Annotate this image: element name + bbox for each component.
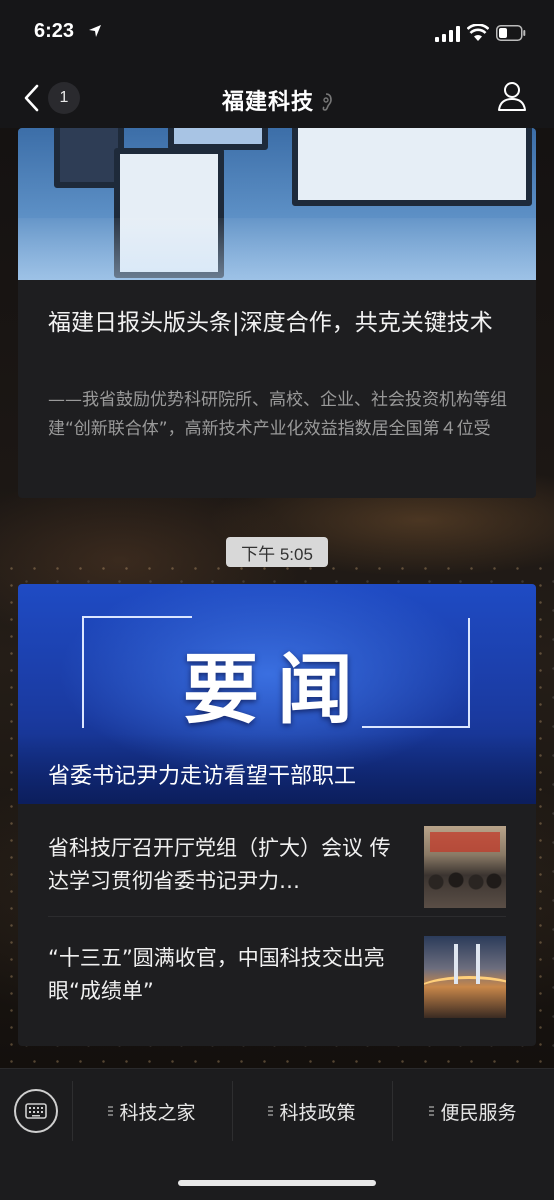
keyboard-toggle-button[interactable] <box>14 1089 58 1133</box>
wifi-icon <box>467 24 489 41</box>
menu-list-icon <box>429 1106 435 1116</box>
article-cover-image <box>18 128 536 280</box>
hero-caption: 省委书记尹力走访看望干部职工 <box>48 764 357 789</box>
menu-item-tech-policy[interactable]: 科技政策 <box>232 1089 392 1133</box>
article-title: 福建日报头版头条|深度合作，共克关键技术 <box>48 310 493 336</box>
news-list-item[interactable]: 省科技厅召开厅党组（扩大）会议 传达学习贯彻省委书记尹力… <box>18 806 536 916</box>
status-bar: 6:23 <box>0 0 554 66</box>
menu-item-public-service[interactable]: 便民服务 <box>392 1089 554 1133</box>
article-card[interactable]: 福建日报头版头条|深度合作，共克关键技术 ——我省鼓励优势科研院所、高校、企业、… <box>18 128 536 498</box>
monitor-shape <box>168 128 268 150</box>
hero-banner-text: 要闻 <box>183 645 371 734</box>
message-timestamp: 下午 5:05 <box>226 537 328 567</box>
news-item-title: 省科技厅召开厅党组（扩大）会议 传达学习贯彻省委书记尹力… <box>48 836 391 893</box>
news-item-thumbnail <box>424 936 506 1018</box>
menu-item-tech-home[interactable]: 科技之家 <box>72 1089 232 1133</box>
profile-icon[interactable] <box>496 80 528 112</box>
menu-item-label: 科技政策 <box>279 1101 356 1124</box>
home-indicator[interactable] <box>178 1180 376 1186</box>
page-title: 福建科技 <box>0 84 554 116</box>
news-list-item[interactable]: “十三五”圆满收官，中国科技交出亮眼“成绩单” <box>18 916 536 1026</box>
news-item-title: “十三五”圆满收官，中国科技交出亮眼“成绩单” <box>48 946 385 1003</box>
hero-news-item[interactable]: 要闻 省委书记尹力走访看望干部职工 <box>18 584 536 804</box>
menu-list-icon <box>108 1106 114 1116</box>
verified-icon <box>322 93 332 111</box>
article-digest: ——我省鼓励优势科研院所、高校、企业、社会投资机构等组建“创新联合体”，高新技术… <box>48 390 507 439</box>
monitor-shape <box>292 128 532 206</box>
desk-reflection <box>18 218 536 280</box>
nav-bar: 1 福建科技 <box>0 66 554 128</box>
battery-icon <box>496 25 526 41</box>
menu-item-label: 科技之家 <box>119 1101 196 1124</box>
status-time: 6:23 <box>34 20 75 42</box>
keyboard-icon <box>25 1103 47 1119</box>
news-card: 要闻 省委书记尹力走访看望干部职工 省科技厅召开厅党组（扩大）会议 传达学习贯彻… <box>18 584 536 1046</box>
news-item-thumbnail <box>424 826 506 908</box>
menu-list-icon <box>268 1106 274 1116</box>
location-arrow-icon <box>89 25 101 37</box>
account-name: 福建科技 <box>221 90 314 115</box>
cellular-signal-icon <box>435 26 460 42</box>
menu-item-label: 便民服务 <box>440 1101 517 1124</box>
